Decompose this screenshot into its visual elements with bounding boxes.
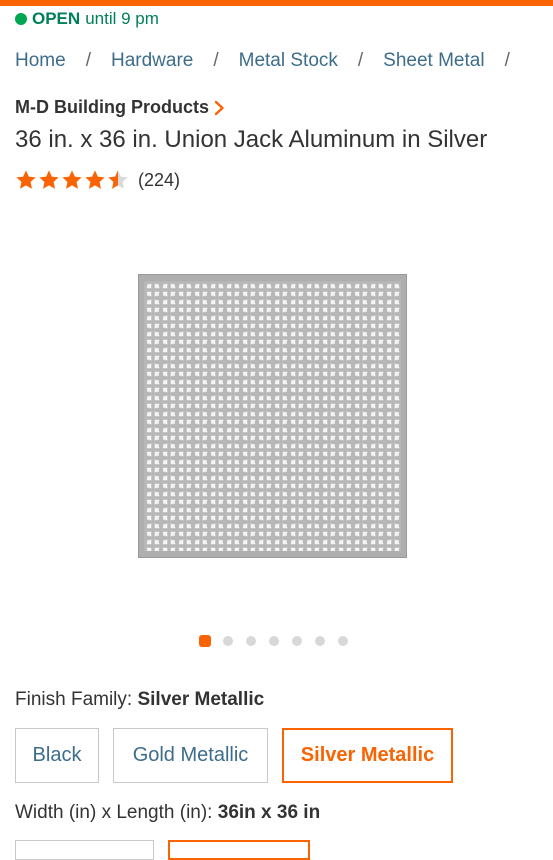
finish-family-label: Finish Family: Silver Metallic (15, 689, 264, 711)
size-label-text: Width (in) x Length (in): (15, 802, 213, 823)
breadcrumb: Home / Hardware / Metal Stock / Sheet Me… (15, 48, 530, 74)
product-rating[interactable]: (224) (15, 169, 180, 191)
carousel-dot[interactable] (223, 636, 233, 646)
breadcrumb-separator: / (213, 50, 219, 71)
size-selected-value: 36in x 36 in (217, 802, 321, 823)
finish-option-gold-metallic[interactable]: Gold Metallic (113, 728, 268, 783)
brand-name: M-D Building Products (15, 97, 209, 117)
breadcrumb-separator: / (357, 50, 364, 71)
store-open-label: OPEN (32, 9, 81, 28)
carousel-pagination (199, 635, 348, 647)
star-icon (16, 170, 36, 189)
size-option[interactable] (15, 840, 154, 860)
carousel-dot-active[interactable] (199, 635, 211, 647)
carousel-dot[interactable] (315, 636, 325, 646)
brand-link[interactable]: M-D Building Products (15, 97, 225, 118)
carousel-dot[interactable] (292, 636, 302, 646)
star-icon (62, 170, 82, 189)
breadcrumb-metal-stock[interactable]: Metal Stock (239, 50, 338, 72)
star-icon (39, 170, 59, 189)
breadcrumb-home[interactable]: Home (15, 50, 66, 72)
top-accent-bar (0, 0, 553, 6)
store-hours: until 9 pm (85, 9, 159, 28)
finish-label-text: Finish Family: (15, 689, 133, 710)
store-status[interactable]: OPEN until 9 pm (15, 7, 159, 31)
size-option-selected[interactable] (168, 840, 310, 860)
half-star-icon (108, 170, 128, 189)
chevron-right-icon (214, 100, 224, 115)
finish-option-silver-metallic[interactable]: Silver Metallic (282, 728, 453, 783)
product-image[interactable] (138, 274, 407, 558)
product-title: 36 in. x 36 in. Union Jack Aluminum in S… (15, 126, 488, 153)
breadcrumb-separator: / (504, 50, 510, 71)
open-status-dot-icon (15, 13, 27, 25)
breadcrumb-hardware[interactable]: Hardware (111, 50, 193, 72)
finish-selected-value: Silver Metallic (137, 689, 265, 710)
review-count: (224) (138, 169, 181, 190)
carousel-dot[interactable] (246, 636, 256, 646)
carousel-dot[interactable] (338, 636, 348, 646)
finish-option-black[interactable]: Black (15, 728, 99, 783)
breadcrumb-sheet-metal[interactable]: Sheet Metal (383, 50, 484, 72)
size-label: Width (in) x Length (in): 36in x 36 in (15, 802, 320, 824)
carousel-dot[interactable] (269, 636, 279, 646)
breadcrumb-separator: / (85, 50, 91, 71)
star-icon (85, 170, 105, 189)
